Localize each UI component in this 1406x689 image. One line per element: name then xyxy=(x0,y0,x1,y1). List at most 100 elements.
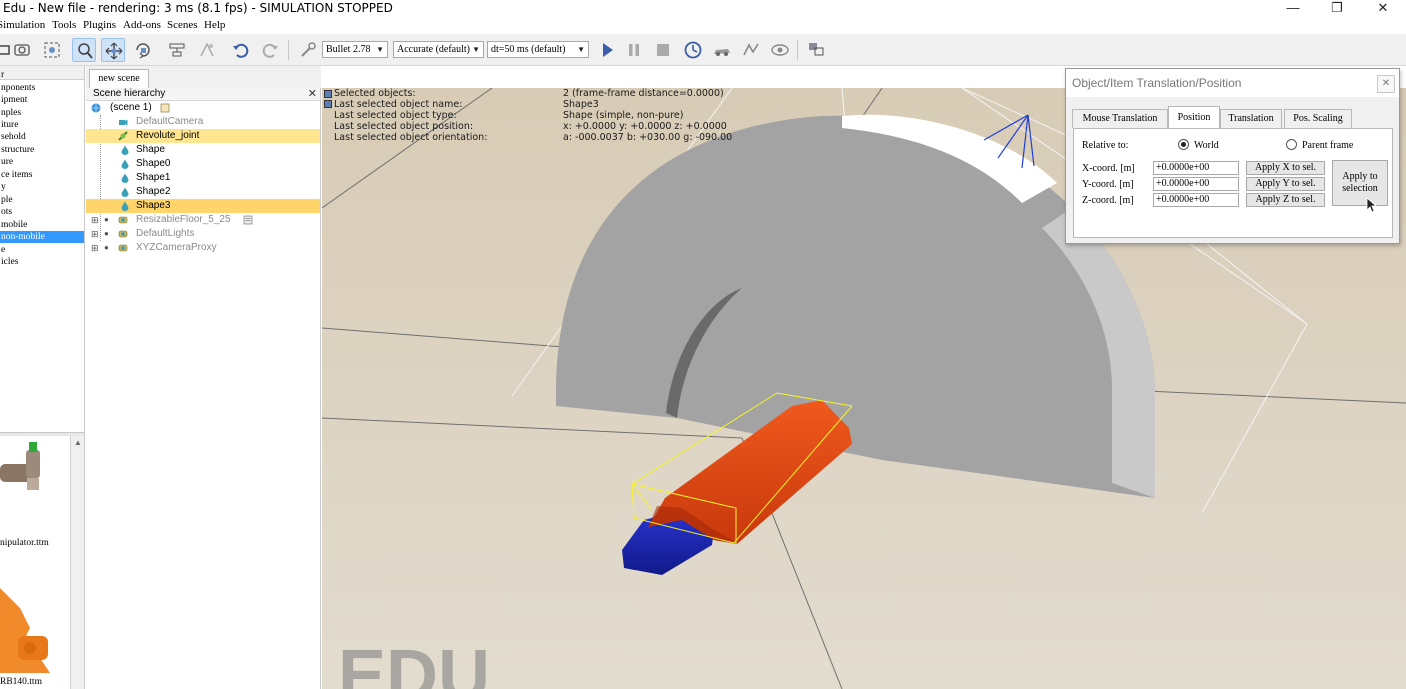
pause-icon[interactable] xyxy=(622,38,646,62)
globe-icon xyxy=(91,103,101,113)
dialog-close-button[interactable]: ✕ xyxy=(1377,75,1395,93)
hierarchy-label: DefaultLights xyxy=(136,228,195,239)
model-folder[interactable]: y xyxy=(0,181,84,193)
z-coord-field[interactable]: +0.0000e+00 xyxy=(1153,193,1239,207)
minimize-button[interactable]: — xyxy=(1270,0,1316,18)
menu-simulation[interactable]: Simulation xyxy=(0,19,45,31)
camera-rotate-icon[interactable] xyxy=(10,38,34,62)
y-coord-field[interactable]: +0.0000e+00 xyxy=(1153,177,1239,191)
hierarchy-row-shape[interactable]: Shape xyxy=(86,143,320,157)
info-toggle-icon[interactable] xyxy=(324,90,332,98)
model-folder[interactable]: sehold xyxy=(0,131,84,143)
hierarchy-row-shape[interactable]: Shape1 xyxy=(86,171,320,185)
hierarchy-row-scene[interactable]: (scene 1) xyxy=(86,101,320,115)
shape-icon xyxy=(121,173,129,183)
toolbar-separator xyxy=(797,40,798,60)
model-folder[interactable]: iture xyxy=(0,119,84,131)
timestep-select[interactable]: dt=50 ms (default) ▼ xyxy=(487,41,589,58)
model-folder[interactable]: ipment xyxy=(0,94,84,106)
hierarchy-row-camera[interactable]: DefaultCamera xyxy=(86,115,320,129)
apply-x-button[interactable]: Apply X to sel. xyxy=(1246,161,1325,175)
expand-icon[interactable]: ⊞ xyxy=(91,241,99,255)
object-move-icon[interactable] xyxy=(101,38,125,62)
model-browser: r nponents ipment nples iture sehold str… xyxy=(0,66,85,689)
z-coord-label: Z-coord. [m] xyxy=(1082,195,1134,206)
slow-icon[interactable] xyxy=(710,38,734,62)
tab-translation[interactable]: Translation xyxy=(1220,109,1282,128)
visibility-icon[interactable]: ● xyxy=(104,227,109,241)
model-folder-selected[interactable]: non-mobile xyxy=(0,231,84,243)
redo-icon[interactable] xyxy=(258,38,282,62)
model-folder[interactable]: nples xyxy=(0,107,84,119)
maximize-button[interactable]: ❐ xyxy=(1314,0,1360,18)
menu-add-ons[interactable]: Add-ons xyxy=(123,19,161,31)
expand-icon[interactable]: ⊞ xyxy=(91,227,99,241)
menu-plugins[interactable]: Plugins xyxy=(83,19,116,31)
model-folder[interactable]: icles xyxy=(0,256,84,268)
model-folder[interactable]: e xyxy=(0,244,84,256)
apply-y-button[interactable]: Apply Y to sel. xyxy=(1246,177,1325,191)
hierarchy-label: Revolute_joint xyxy=(136,130,200,141)
menu-tools[interactable]: Tools xyxy=(52,19,76,31)
script-icon[interactable] xyxy=(160,103,170,113)
close-button[interactable]: ✕ xyxy=(1360,0,1406,18)
visibility-icon[interactable]: ● xyxy=(104,213,109,227)
scene-hierarchy-title: Scene hierarchy xyxy=(93,88,166,99)
visualization-icon[interactable] xyxy=(768,38,792,62)
hierarchy-row-model[interactable]: ⊞ ● ResizableFloor_5_25 xyxy=(86,213,320,227)
robot-arm-thumbnail[interactable] xyxy=(0,578,70,673)
realtime-icon[interactable] xyxy=(681,38,705,62)
object-rotate-icon[interactable] xyxy=(131,38,155,62)
menu-scenes[interactable]: Scenes xyxy=(167,19,198,31)
fast-icon[interactable] xyxy=(739,38,763,62)
scene-tab[interactable]: new scene xyxy=(89,69,149,88)
model-folder[interactable]: nponents xyxy=(0,82,84,94)
hierarchy-row-joint[interactable]: Revolute_joint xyxy=(86,129,320,143)
info-toggle-icon[interactable] xyxy=(324,100,332,108)
script-icon[interactable] xyxy=(243,215,253,225)
dialog-title-bar[interactable]: Object/Item Translation/Position ✕ xyxy=(1066,69,1399,97)
radio-parent-frame[interactable] xyxy=(1286,139,1297,150)
tab-pos-scaling[interactable]: Pos. Scaling xyxy=(1284,109,1352,128)
model-folder[interactable]: mobile xyxy=(0,219,84,231)
expand-icon[interactable]: ⊞ xyxy=(91,213,99,227)
manipulator-thumbnail[interactable] xyxy=(0,436,70,536)
x-coord-field[interactable]: +0.0000e+00 xyxy=(1153,161,1239,175)
play-icon[interactable] xyxy=(595,38,619,62)
hierarchy-row-shape-selected[interactable]: Shape3 xyxy=(86,199,320,213)
model-folder[interactable]: ure xyxy=(0,156,84,168)
transfer-dna-icon[interactable] xyxy=(195,38,219,62)
assemble-icon[interactable] xyxy=(165,38,189,62)
accuracy-select[interactable]: Accurate (default) ▼ xyxy=(393,41,484,58)
hierarchy-row-shape[interactable]: Shape0 xyxy=(86,157,320,171)
toggle-page-icon[interactable] xyxy=(804,38,828,62)
apply-z-button[interactable]: Apply Z to sel. xyxy=(1246,193,1325,207)
chevron-down-icon: ▼ xyxy=(577,45,585,54)
model-folder[interactable]: structure xyxy=(0,144,84,156)
physics-engine-select[interactable]: Bullet 2.78 ▼ xyxy=(322,41,388,58)
thumbnail-scrollbar[interactable]: ▲ xyxy=(70,436,84,689)
info-label: Selected objects: xyxy=(334,88,416,99)
model-folder[interactable]: ce items xyxy=(0,169,84,181)
object-select-icon[interactable] xyxy=(72,38,96,62)
position-panel: Relative to: World Parent frame X-coord.… xyxy=(1073,128,1393,238)
model-folder[interactable]: ple xyxy=(0,194,84,206)
scroll-up-icon[interactable]: ▲ xyxy=(74,438,82,447)
menu-help[interactable]: Help xyxy=(204,19,225,31)
stop-icon[interactable] xyxy=(651,38,675,62)
tab-mouse-translation[interactable]: Mouse Translation xyxy=(1072,109,1168,128)
hierarchy-row-model[interactable]: ⊞ ● DefaultLights xyxy=(86,227,320,241)
hierarchy-row-shape[interactable]: Shape2 xyxy=(86,185,320,199)
radio-world[interactable] xyxy=(1178,139,1189,150)
model-folder[interactable]: r xyxy=(0,69,84,81)
pick-icon[interactable] xyxy=(296,38,320,62)
undo-icon[interactable] xyxy=(229,38,253,62)
hierarchy-row-model[interactable]: ⊞ ● XYZCameraProxy xyxy=(86,241,320,255)
close-icon[interactable]: ✕ xyxy=(308,88,317,100)
visibility-icon[interactable]: ● xyxy=(104,241,109,255)
accuracy-value: Accurate (default) xyxy=(397,44,471,55)
apply-to-selection-button[interactable]: Apply to selection xyxy=(1332,160,1388,206)
tab-position[interactable]: Position xyxy=(1168,106,1220,129)
camera-fit-icon[interactable] xyxy=(40,38,64,62)
model-folder[interactable]: ots xyxy=(0,206,84,218)
